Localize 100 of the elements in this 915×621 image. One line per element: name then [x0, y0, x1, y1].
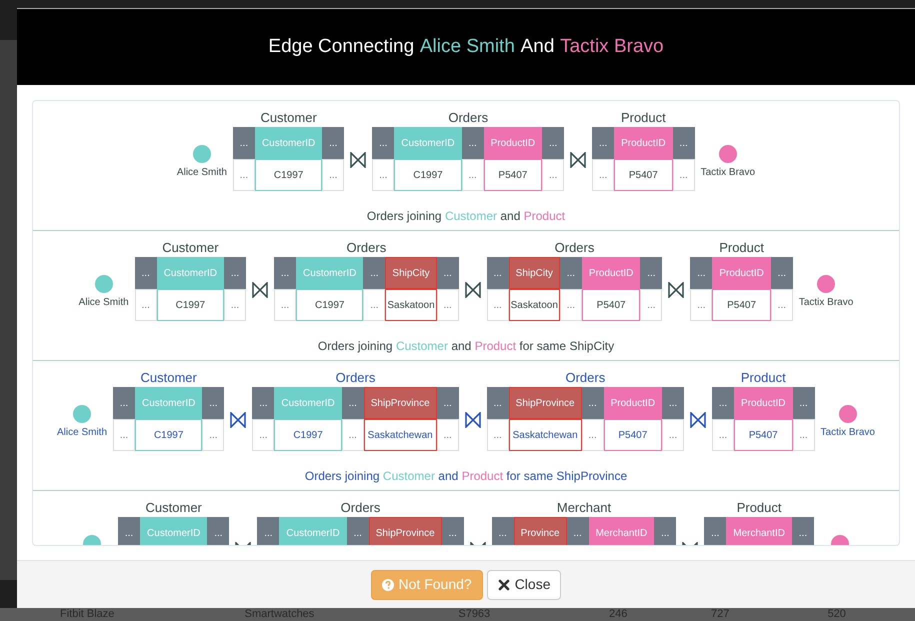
- node-label: Alice Smith: [78, 296, 129, 310]
- table-name: Orders: [554, 239, 594, 257]
- column-header: CustomerID: [274, 387, 342, 419]
- table-cell: P5407: [614, 159, 673, 191]
- column-header: ...: [542, 127, 564, 159]
- column-header: ProductID: [712, 257, 771, 289]
- table-name: Orders: [346, 239, 386, 257]
- path-caption: Orders joining Customer and Product for same ShipCity: [318, 338, 614, 355]
- dialog-title: Edge Connecting Alice Smith And Tactix Bravo: [268, 34, 664, 59]
- table-cell: Saskatchewan: [364, 419, 437, 451]
- table-cell: ...: [582, 419, 604, 451]
- column-header: ProductID: [614, 127, 673, 159]
- table-name: Orders: [448, 109, 488, 127]
- close-button[interactable]: Close: [486, 570, 562, 600]
- column-header: CustomerID: [254, 127, 322, 159]
- column-header: ...: [274, 257, 296, 289]
- column-header: ...: [654, 517, 676, 545]
- column-header: ...: [560, 257, 582, 289]
- table-cell: Saskatchewan: [508, 419, 582, 451]
- bowtie-icon: [464, 282, 481, 298]
- table-cell: ...: [640, 289, 662, 321]
- column-header: ...: [640, 257, 662, 289]
- column-header: ...: [224, 257, 246, 289]
- node-label: Tactix Bravo: [700, 166, 756, 180]
- table-name: Customer: [140, 369, 197, 387]
- column-header: Province: [514, 517, 567, 545]
- table-cell: ...: [672, 159, 695, 191]
- bowtie-icon: [230, 412, 246, 428]
- column-header: ...: [442, 517, 464, 545]
- column-header: ProductID: [734, 387, 793, 419]
- table-cell: C1997: [296, 289, 364, 321]
- column-header: ...: [662, 387, 684, 419]
- column-header: CustomerID: [140, 517, 208, 545]
- column-header: ...: [342, 387, 364, 419]
- column-header: ShipCity: [385, 257, 437, 289]
- column-header: ...: [363, 257, 386, 289]
- column-header: ...: [322, 127, 344, 159]
- column-header: ...: [436, 387, 459, 419]
- table-name: Customer: [162, 239, 219, 257]
- bowtie-icon: [668, 282, 684, 298]
- column-header: ...: [232, 127, 255, 159]
- table-name: Customer: [146, 499, 202, 517]
- table-name: Orders: [336, 369, 376, 387]
- column-header: ...: [486, 387, 509, 419]
- column-header: ...: [252, 387, 274, 419]
- table-cell: ...: [134, 289, 157, 321]
- table-cell: P5407: [604, 419, 662, 451]
- table-name: Product: [736, 499, 782, 517]
- column-header: ...: [118, 517, 140, 545]
- table-cell: ...: [560, 289, 582, 321]
- table-cell: ...: [322, 159, 344, 191]
- table-cell: ...: [252, 419, 274, 451]
- table-cell: ...: [232, 159, 255, 191]
- question-icon: [382, 578, 394, 590]
- table-cell: ...: [113, 419, 136, 451]
- table-cell: C1997: [254, 159, 322, 191]
- table-cell: ...: [436, 419, 459, 451]
- table-cell: ...: [486, 289, 509, 321]
- table-name: Product: [740, 369, 786, 387]
- table-cell: ...: [342, 419, 364, 451]
- table-cell: ...: [592, 159, 614, 191]
- table-cell: Saskatoon: [508, 289, 560, 321]
- bowtie-icon: [570, 152, 586, 168]
- table-cell: ...: [770, 289, 793, 321]
- column-header: CustomerID: [279, 517, 347, 545]
- table-cell: P5407: [712, 289, 771, 321]
- table-name: Orders: [565, 369, 606, 387]
- table-cell: ...: [372, 159, 394, 191]
- table-cell: Saskatoon: [385, 289, 437, 321]
- column-header: CustomerID: [156, 257, 224, 289]
- table-cell: P5407: [484, 159, 542, 191]
- column-header: MerchantID: [726, 517, 792, 545]
- table-cell: ...: [486, 419, 509, 451]
- column-header: ...: [492, 517, 514, 545]
- table-cell: ...: [542, 159, 564, 191]
- table-cell: C1997: [394, 159, 462, 191]
- table-cell: ...: [224, 289, 246, 321]
- column-header: ProductID: [582, 257, 640, 289]
- table-cell: ...: [792, 419, 815, 451]
- column-header: ...: [704, 517, 726, 545]
- column-header: ...: [770, 257, 793, 289]
- column-header: ...: [207, 517, 230, 545]
- table-name: Product: [620, 109, 666, 127]
- column-header: ShipProvince: [364, 387, 437, 419]
- close-icon: [498, 578, 510, 590]
- column-header: ...: [113, 387, 136, 419]
- table-cell: ...: [690, 289, 712, 321]
- column-header: ...: [582, 387, 604, 419]
- column-header: ...: [792, 387, 815, 419]
- column-header: ...: [202, 387, 224, 419]
- column-header: ...: [690, 257, 712, 289]
- column-header: MerchantID: [588, 517, 654, 545]
- column-header: ...: [462, 127, 484, 159]
- column-header: CustomerID: [296, 257, 364, 289]
- column-header: ProductID: [484, 127, 542, 159]
- table-cell: ...: [202, 419, 224, 451]
- table-cell: ...: [662, 419, 684, 451]
- table-cell: ...: [363, 289, 386, 321]
- column-header: ...: [134, 257, 157, 289]
- column-header: ...: [257, 517, 280, 545]
